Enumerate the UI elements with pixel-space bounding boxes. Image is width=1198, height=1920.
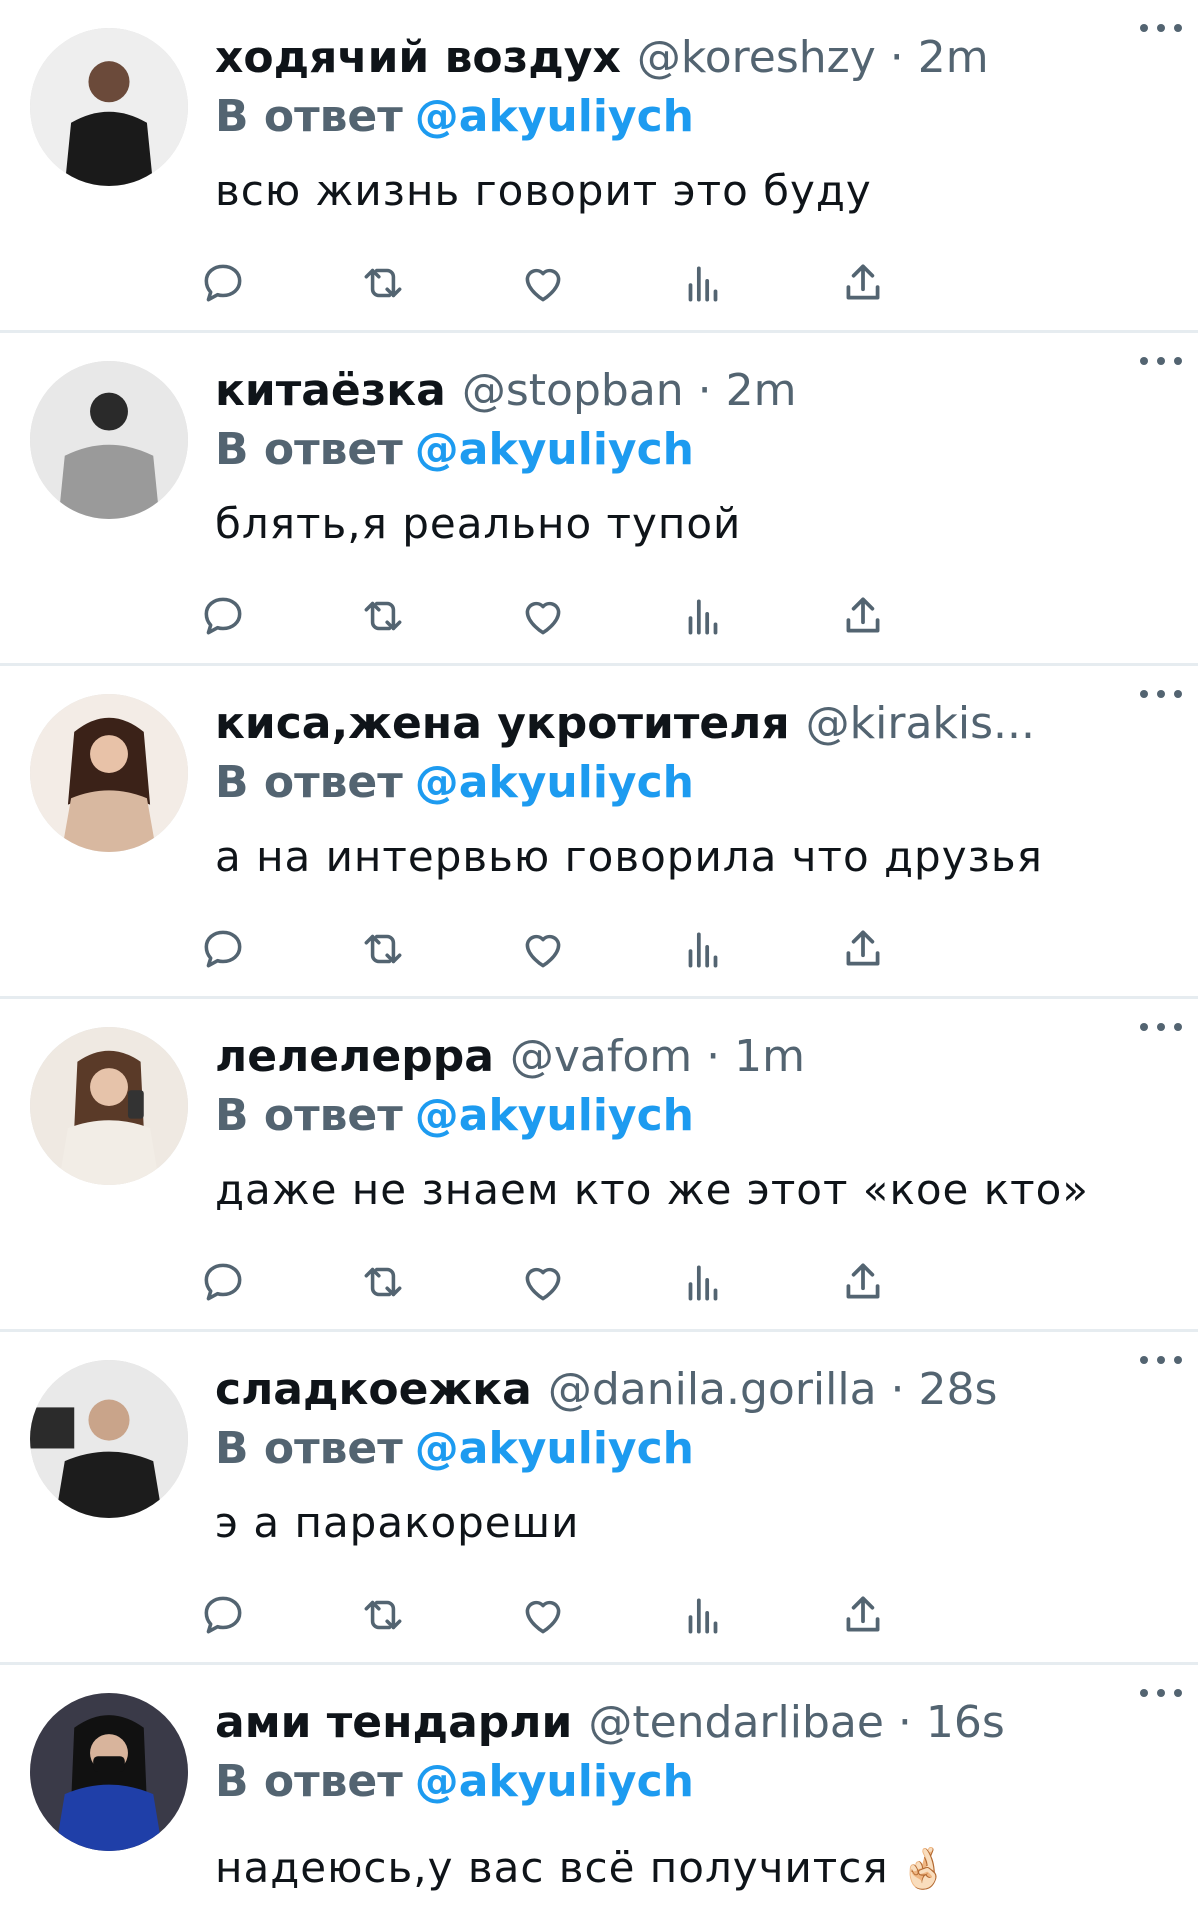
share-icon[interactable] [835,1587,891,1643]
like-icon[interactable] [515,1254,571,1310]
retweet-icon[interactable] [355,588,411,644]
reply-context: В ответ @akyuliych [215,1753,1178,1811]
like-icon[interactable] [515,255,571,311]
avatar[interactable] [30,1693,188,1851]
tweet-text: надеюсь,у вас всё получится 🤞🏻 [215,1839,1178,1897]
reply-handle-link[interactable]: @akyuliych [415,1090,694,1141]
reply-prefix: В ответ [215,1423,403,1474]
more-icon[interactable] [1134,8,1188,48]
avatar[interactable] [30,1360,188,1518]
handle-and-time[interactable]: @koreshzy · 2m [637,32,989,83]
views-icon[interactable] [675,255,731,311]
reply-icon[interactable] [195,921,251,977]
reply-handle-link[interactable]: @akyuliych [415,1423,694,1474]
tweet-text: а на интервью говорила что друзья [215,832,1043,881]
share-icon[interactable] [835,921,891,977]
like-icon[interactable] [515,1587,571,1643]
share-icon[interactable] [835,588,891,644]
handle-and-time[interactable]: @vafom · 1m [510,1031,805,1082]
reply-prefix: В ответ [215,91,403,142]
display-name[interactable]: ами тендарли [215,1697,572,1748]
tweet-header: сладкоежка @danila.gorilla · 28s [215,1358,1178,1420]
reply-handle-link[interactable]: @akyuliych [415,757,694,808]
reply-prefix: В ответ [215,1090,403,1141]
tweet-card[interactable]: киса,жена укротителя @kirakis... В ответ… [0,666,1198,999]
reply-icon[interactable] [195,1587,251,1643]
tweet-text: блять,я реально тупой [215,499,742,548]
more-icon[interactable] [1134,1007,1188,1047]
more-icon[interactable] [1134,674,1188,714]
avatar[interactable] [30,361,188,519]
reply-prefix: В ответ [215,424,403,475]
tweet-header: лелелерра @vafom · 1m [215,1025,1178,1087]
tweet-card[interactable]: ами тендарли @tendarlibae · 16s В ответ @… [0,1665,1198,1920]
retweet-icon[interactable] [355,255,411,311]
reply-icon[interactable] [195,1254,251,1310]
display-name[interactable]: лелелерра [215,1031,494,1082]
tweet-text: даже не знаем кто же этот «кое кто» [215,1165,1089,1214]
handle-and-time[interactable]: @danila.gorilla · 28s [548,1364,998,1415]
retweet-icon[interactable] [355,921,411,977]
handle-and-time[interactable]: @kirakis... [806,698,1035,749]
tweet-card[interactable]: китаёзка @stopban · 2m В ответ @akyuliych… [0,333,1198,666]
retweet-icon[interactable] [355,1254,411,1310]
views-icon[interactable] [675,1254,731,1310]
reply-handle-link[interactable]: @akyuliych [415,1756,694,1807]
action-bar [204,1254,1055,1310]
tweet-text: э а паракореши [215,1498,580,1547]
action-bar [204,1587,1055,1643]
more-icon[interactable] [1134,1673,1188,1713]
crossed-fingers-emoji: 🤞🏻 [898,1846,950,1892]
display-name[interactable]: ходячий воздух [215,32,621,83]
reply-icon[interactable] [195,255,251,311]
display-name[interactable]: киса,жена укротителя [215,698,790,749]
like-icon[interactable] [515,588,571,644]
reply-prefix: В ответ [215,757,403,808]
reply-context: В ответ @akyuliych [215,421,1178,479]
action-bar [204,588,1055,644]
tweet-header: киса,жена укротителя @kirakis... [215,692,1178,754]
tweet-card[interactable]: ходячий воздух @koreshzy · 2m В ответ @ak… [0,0,1198,333]
tweet-header: ходячий воздух @koreshzy · 2m [215,26,1178,88]
avatar[interactable] [30,28,188,186]
retweet-icon[interactable] [355,1587,411,1643]
share-icon[interactable] [835,1254,891,1310]
avatar[interactable] [30,1027,188,1185]
reply-prefix: В ответ [215,1756,403,1807]
more-icon[interactable] [1134,1340,1188,1380]
replies-feed: ходячий воздух @koreshzy · 2m В ответ @ak… [0,0,1198,1920]
avatar[interactable] [30,694,188,852]
action-bar [204,255,1055,311]
tweet-card[interactable]: лелелерра @vafom · 1m В ответ @akyuliych … [0,999,1198,1332]
action-bar [204,921,1055,977]
views-icon[interactable] [675,1587,731,1643]
reply-context: В ответ @akyuliych [215,88,1178,146]
tweet-text: всю жизнь говорит это буду [215,166,872,215]
tweet-header: китаёзка @stopban · 2m [215,359,1178,421]
reply-icon[interactable] [195,588,251,644]
display-name[interactable]: китаёзка [215,365,446,416]
reply-handle-link[interactable]: @akyuliych [415,424,694,475]
handle-and-time[interactable]: @tendarlibae · 16s [588,1697,1004,1748]
reply-context: В ответ @akyuliych [215,754,1178,812]
reply-context: В ответ @akyuliych [215,1087,1178,1145]
tweet-header: ами тендарли @tendarlibae · 16s [215,1691,1178,1753]
tweet-card[interactable]: сладкоежка @danila.gorilla · 28s В ответ… [0,1332,1198,1665]
reply-handle-link[interactable]: @akyuliych [415,91,694,142]
views-icon[interactable] [675,588,731,644]
views-icon[interactable] [675,921,731,977]
tweet-text-body: надеюсь,у вас всё получится [215,1843,889,1892]
reply-context: В ответ @akyuliych [215,1420,1178,1478]
share-icon[interactable] [835,255,891,311]
handle-and-time[interactable]: @stopban · 2m [462,365,797,416]
like-icon[interactable] [515,921,571,977]
more-icon[interactable] [1134,341,1188,381]
display-name[interactable]: сладкоежка [215,1364,532,1415]
